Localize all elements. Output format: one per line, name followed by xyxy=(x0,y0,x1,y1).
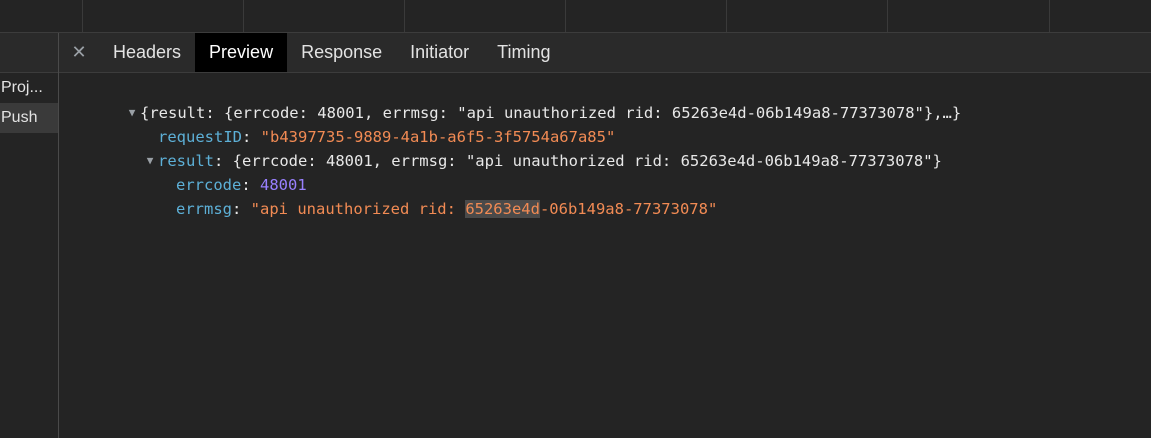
request-item-push[interactable]: Push xyxy=(0,103,58,133)
detail-tab-bar: ✕ Headers Preview Response Initiator Tim… xyxy=(59,33,1151,73)
result-summary: {errcode: 48001, errmsg: "api unauthoriz… xyxy=(232,152,942,170)
column-separator[interactable] xyxy=(726,0,727,32)
column-separator[interactable] xyxy=(887,0,888,32)
column-separator[interactable] xyxy=(565,0,566,32)
column-separator[interactable] xyxy=(1049,0,1050,32)
column-separator[interactable] xyxy=(243,0,244,32)
close-icon[interactable]: ✕ xyxy=(59,33,99,72)
tab-preview[interactable]: Preview xyxy=(195,33,288,72)
tree-row-errcode[interactable]: errcode: 48001 xyxy=(120,152,307,194)
tab-timing[interactable]: Timing xyxy=(483,33,564,72)
tree-row-errmsg[interactable]: errmsg: "api unauthorized rid: 65263e4d-… xyxy=(120,176,717,218)
preview-tree: ▼ {result: {errcode: 48001, errmsg: "api … xyxy=(59,73,1151,438)
column-separator[interactable] xyxy=(404,0,405,32)
tree-row-requestid[interactable]: requestID: "b4397735-9889-4a1b-a6f5-3f57… xyxy=(102,104,615,146)
request-item-proj[interactable]: Proj... xyxy=(0,73,58,103)
request-list-header xyxy=(0,33,58,73)
tree-row-result[interactable]: ▼ result: {errcode: 48001, errmsg: "api u… xyxy=(86,128,942,170)
request-table-header xyxy=(0,0,1151,33)
tab-response[interactable]: Response xyxy=(287,33,396,72)
tab-headers[interactable]: Headers xyxy=(99,33,195,72)
errmsg-value-highlight: 65263e4d xyxy=(465,200,540,218)
column-separator[interactable] xyxy=(82,0,83,32)
errmsg-key: errmsg xyxy=(176,200,232,218)
devtools-network-panel: Proj... Push ✕ Headers Preview Response … xyxy=(0,0,1151,438)
request-list: Proj... Push xyxy=(0,33,59,438)
errmsg-value-suffix: -06b149a8-77373078" xyxy=(539,200,718,218)
errmsg-value-prefix: "api unauthorized rid: xyxy=(250,200,466,218)
tree-row-root[interactable]: ▼ {result: {errcode: 48001, errmsg: "api … xyxy=(68,80,962,122)
tab-initiator[interactable]: Initiator xyxy=(396,33,483,72)
